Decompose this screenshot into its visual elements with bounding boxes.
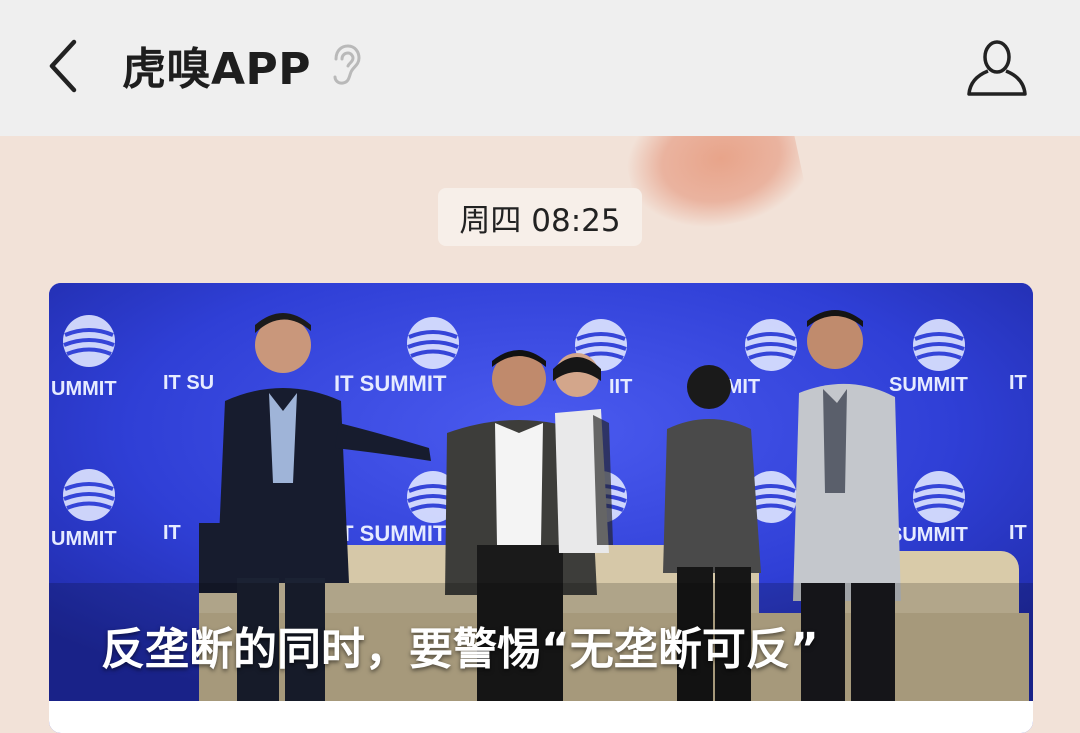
svg-text:IT SUMMIT: IT SUMMIT [334, 521, 447, 546]
top-bar: 虎嗅APP [0, 0, 1080, 136]
svg-text:UMMIT: UMMIT [51, 378, 117, 400]
article-headline: 反垄断的同时，要警惕“无垄断可反” [101, 624, 819, 675]
back-button[interactable] [38, 34, 88, 98]
svg-text:IT: IT [163, 522, 181, 544]
svg-text:IT SU: IT SU [163, 372, 214, 394]
chevron-left-icon [49, 39, 77, 93]
svg-text:SUMMIT: SUMMIT [889, 524, 968, 546]
article-card-footer [49, 701, 1033, 733]
wallpaper-decoration [620, 136, 810, 243]
message-timestamp: 周四 08:25 [438, 188, 642, 246]
title-area: 虎嗅APP [122, 30, 361, 100]
svg-text:IT: IT [1009, 372, 1027, 394]
svg-text:IT: IT [1009, 522, 1027, 544]
svg-text:SUMMIT: SUMMIT [889, 374, 968, 396]
person-icon [967, 40, 1027, 96]
page-title: 虎嗅APP [122, 44, 312, 95]
svg-text:UMMIT: UMMIT [51, 528, 117, 550]
svg-text:IIT: IIT [609, 376, 632, 398]
profile-button[interactable] [962, 32, 1032, 102]
svg-text:IT SUMMIT: IT SUMMIT [334, 371, 447, 396]
article-card[interactable]: UMMIT IT SU IT SUMMIT IIT MMIT SUMMIT IT… [49, 283, 1033, 733]
ear-icon [329, 43, 361, 87]
